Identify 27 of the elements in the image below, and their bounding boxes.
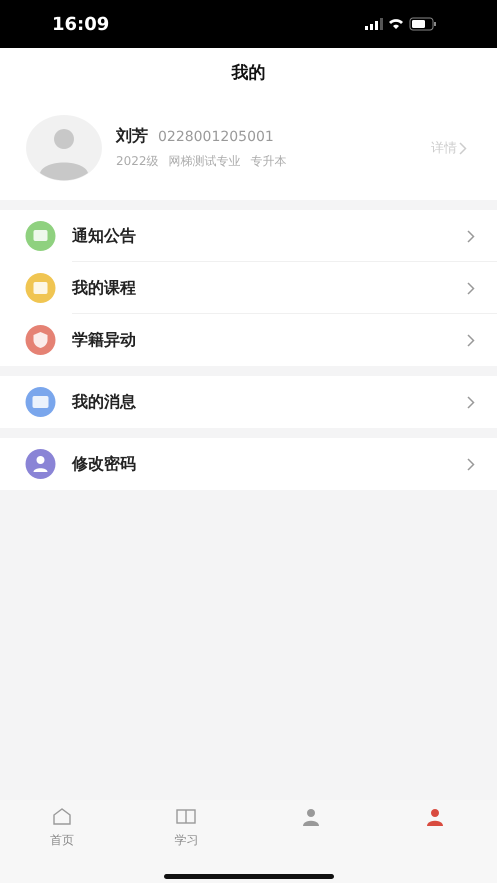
major-text: 网梯测试专业 [168,153,241,170]
chevron-right-icon [467,230,475,242]
chevron-right-icon [467,396,475,408]
tab-label: 首页 [50,832,74,849]
chevron-right-icon [467,458,475,470]
tab-label: 学习 [174,832,198,849]
chevron-right-icon [459,142,467,154]
menu-item[interactable]: 通知公告 [0,210,497,262]
chevron-right-icon [467,334,475,346]
student-name: 刘芳 [116,126,148,147]
menu-label: 我的课程 [72,278,137,298]
menu-label: 修改密码 [72,454,137,474]
status-time: 16:09 [52,14,110,34]
student-id: 0228001205001 [158,129,274,145]
menu-label: 我的消息 [72,392,137,412]
chevron-right-icon [467,282,475,294]
avatar-icon [26,115,102,181]
menu-item[interactable]: 我的消息 [0,376,497,428]
menu-label: 通知公告 [72,226,137,246]
status-icons-drawing [365,17,437,31]
menu-label: 学籍异动 [72,330,137,350]
page-title: 我的 [232,62,266,84]
menu-item[interactable]: 我的课程 [0,262,497,314]
menu-item[interactable]: 修改密码 [0,438,497,490]
level-text: 专升本 [250,153,287,170]
menu-item[interactable]: 学籍异动 [0,314,497,366]
grade-text: 2022级 [116,153,159,170]
